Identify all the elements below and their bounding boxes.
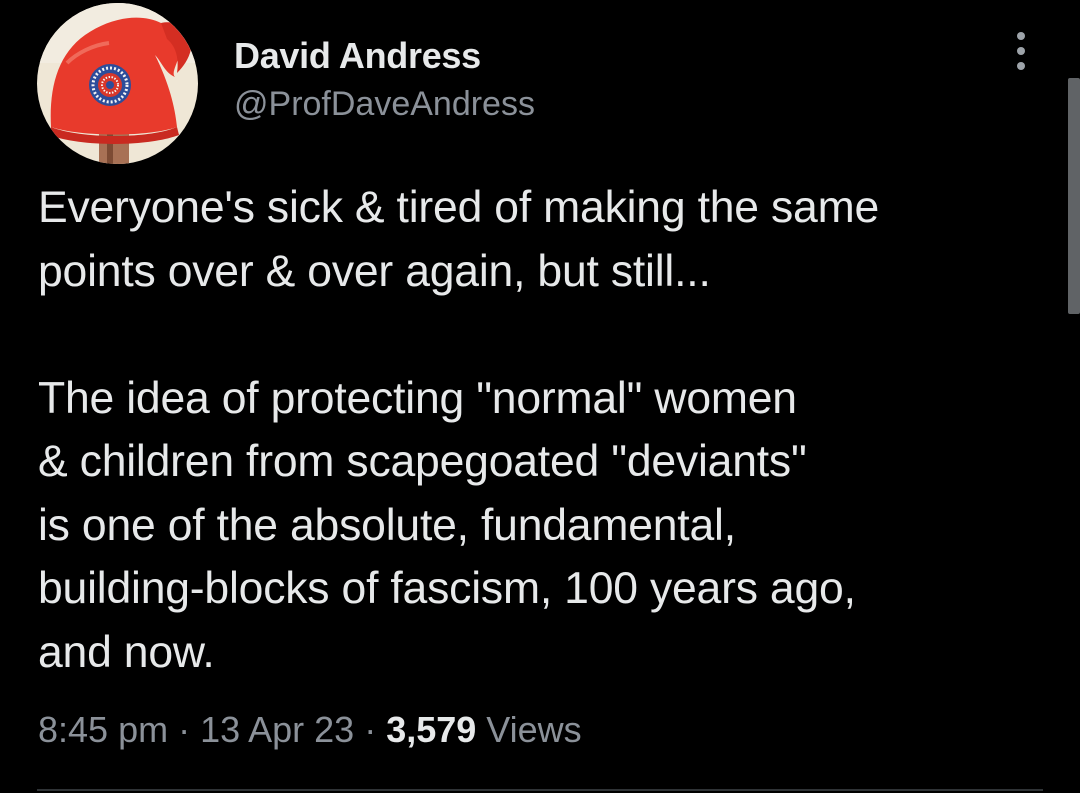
more-options-icon-dot [1017,47,1025,55]
tweet-time[interactable]: 8:45 pm [38,709,168,750]
tweet-text: Everyone's sick & tired of making the sa… [38,183,880,677]
more-options-icon [1017,32,1025,40]
author-info: David Andress @ProfDaveAndress [234,34,535,126]
display-name[interactable]: David Andress [234,34,535,78]
tweet-date[interactable]: 13 Apr 23 [200,709,354,750]
user-handle[interactable]: @ProfDaveAndress [234,82,535,126]
red-phrygian-cap-cockade-icon [37,3,198,164]
avatar[interactable] [37,3,198,164]
meta-separator: · [168,709,201,750]
meta-separator: · [354,709,387,750]
more-options-icon-dot [1017,62,1025,70]
scrollbar[interactable] [1068,78,1080,314]
divider [37,789,1043,791]
views-label: Views [476,709,582,750]
more-options-button[interactable] [1006,28,1036,74]
views-count[interactable]: 3,579 [386,709,476,750]
tweet-meta: 8:45 pm · 13 Apr 23 · 3,579 Views [38,706,582,754]
